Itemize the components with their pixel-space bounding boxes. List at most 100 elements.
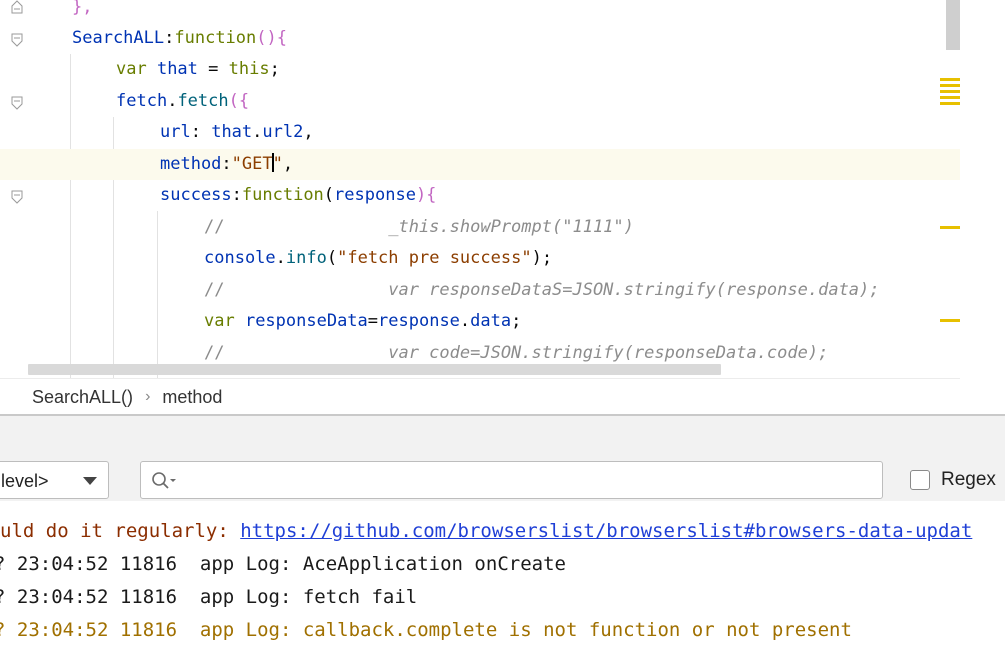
code-token: var code=JSON.stringify(responseData.cod… [224, 343, 829, 363]
code-editor[interactable]: }, SearchALL:function(){var that = this; f… [0, 0, 960, 378]
code-token: data [470, 311, 512, 331]
code-token: . [252, 122, 263, 142]
code-token: ( [323, 185, 335, 205]
code-token: _this.showPrompt("1111") [224, 217, 634, 237]
code-token: fetch [116, 91, 168, 111]
code-token: ){ [415, 185, 437, 205]
code-line[interactable]: url: that.url2, [0, 117, 960, 148]
code-line[interactable]: // var responseDataS=JSON.stringify(resp… [0, 275, 960, 306]
regex-toggle[interactable]: Regex [910, 469, 996, 491]
error-stripe [960, 0, 1005, 414]
breadcrumb-separator-icon: › [145, 388, 151, 405]
code-text: console.info("fetch pre success"); [204, 243, 552, 274]
log-level-select[interactable]: level> [0, 461, 109, 499]
code-text: SearchALL:function(){ [72, 23, 287, 54]
warning-marker[interactable] [940, 96, 960, 99]
warning-marker[interactable] [940, 102, 960, 105]
code-text: success:function(response){ [160, 180, 436, 211]
code-token: ; [511, 311, 522, 331]
code-token: response [334, 185, 416, 205]
search-icon [151, 471, 177, 495]
code-token: . [167, 91, 178, 111]
code-token: , [303, 122, 314, 142]
code-text: fetch.fetch({ [116, 86, 249, 117]
code-line[interactable]: var that = this; [0, 54, 960, 85]
code-token: responseData [244, 311, 368, 331]
log-line: uld do it regularly: https://github.com/… [0, 515, 972, 548]
code-token: // [204, 280, 225, 300]
code-token: ({ [228, 91, 250, 111]
code-line[interactable]: }, [0, 0, 960, 23]
warning-marker[interactable] [940, 319, 960, 322]
logcat-panel: level> Regex uld do it regularly: https:… [0, 416, 1005, 666]
code-line[interactable]: var responseData=response.data; [0, 306, 960, 337]
code-token: var responseDataS=JSON.stringify(respons… [224, 280, 880, 300]
code-token: ); [531, 248, 553, 268]
code-token: var [204, 311, 245, 331]
code-token: // [204, 343, 225, 363]
log-line: ? 23:04:52 11816 app Log: AceApplication… [0, 553, 566, 575]
code-token: console [204, 248, 276, 268]
log-text: uld do it regularly: [0, 520, 241, 542]
code-token: url2 [262, 122, 304, 142]
warning-marker[interactable] [940, 226, 960, 229]
log-line: ? 23:04:52 11816 app Log: callback.compl… [0, 619, 852, 641]
code-token: (){ [256, 28, 287, 48]
code-token: : [190, 122, 212, 142]
code-token: url [160, 122, 191, 142]
horizontal-scrollbar[interactable] [28, 364, 721, 375]
warning-marker[interactable] [940, 78, 960, 81]
code-text: // _this.showPrompt("1111") [204, 212, 634, 243]
code-token: : [231, 185, 242, 205]
code-token: . [275, 248, 286, 268]
code-token: "GET [231, 154, 273, 174]
code-token: that [211, 122, 253, 142]
log-search-input[interactable] [181, 468, 875, 494]
code-token: function [174, 28, 257, 48]
code-token: ; [269, 59, 280, 79]
breadcrumb: SearchALL() › method [0, 378, 960, 415]
code-token: = [367, 311, 379, 331]
code-line[interactable]: success:function(response){ [0, 180, 960, 211]
code-text: url: that.url2, [160, 117, 314, 148]
code-token: method [160, 154, 222, 174]
regex-checkbox[interactable] [910, 470, 930, 490]
code-line[interactable]: SearchALL:function(){ [0, 23, 960, 54]
code-token: function [241, 185, 324, 205]
code-text: var that = this; [116, 54, 280, 85]
code-token: : [164, 28, 175, 48]
code-token: success [160, 185, 232, 205]
code-token: // [204, 217, 225, 237]
code-token: " [272, 154, 283, 174]
code-line[interactable]: // _this.showPrompt("1111") [0, 212, 960, 243]
code-token: fetch [177, 91, 229, 111]
warning-marker[interactable] [940, 84, 960, 87]
code-token: that [156, 59, 209, 79]
regex-label: Regex [941, 469, 996, 490]
code-line[interactable]: console.info("fetch pre success"); [0, 243, 960, 274]
code-text: var responseData=response.data; [204, 306, 521, 337]
code-token: , [282, 154, 294, 174]
breadcrumb-item-searchall[interactable]: SearchALL() [32, 387, 133, 408]
code-token: "fetch pre success" [337, 248, 532, 268]
vertical-scrollbar[interactable] [946, 0, 960, 50]
warning-marker[interactable] [940, 90, 960, 93]
code-token: SearchALL [72, 28, 165, 48]
chevron-down-icon [83, 477, 97, 485]
code-token: = [208, 59, 229, 79]
code-text: // var responseDataS=JSON.stringify(resp… [204, 275, 880, 306]
code-token: ( [326, 248, 338, 268]
code-token: . [459, 311, 471, 331]
code-text: method:"GET", [160, 149, 293, 180]
browserslist-link[interactable]: https://github.com/browserslist/browsers… [240, 520, 972, 542]
log-level-value: level> [1, 471, 49, 491]
log-search-box[interactable] [140, 461, 883, 499]
breadcrumb-item-method[interactable]: method [162, 387, 222, 408]
code-token: this [228, 59, 270, 79]
code-token: info [285, 248, 327, 268]
code-line-current[interactable]: method:"GET", [0, 149, 960, 180]
code-line[interactable]: fetch.fetch({ [0, 86, 960, 117]
code-token: : [221, 154, 232, 174]
code-token: response [378, 311, 460, 331]
log-line: ? 23:04:52 11816 app Log: fetch fail [0, 586, 418, 608]
